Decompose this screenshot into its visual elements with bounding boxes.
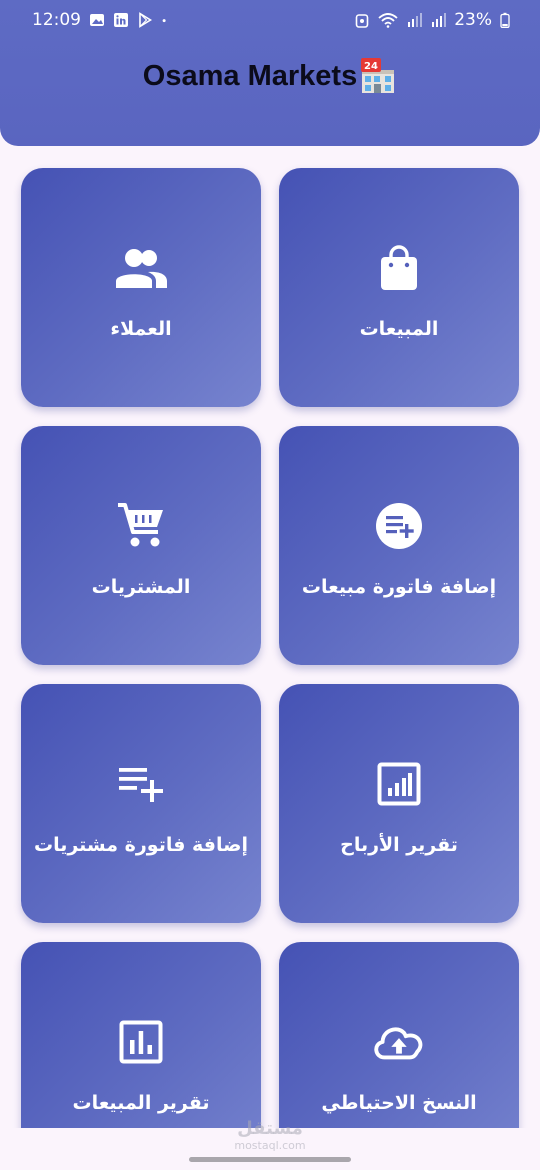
- tile-add-sales-invoice-label: إضافة فاتورة مبيعات: [301, 576, 497, 598]
- play-store-icon: [139, 12, 153, 28]
- battery-icon: [500, 12, 510, 28]
- dot-icon: [162, 19, 166, 23]
- playlist-add-icon: [113, 756, 169, 812]
- battery-percent: 23%: [454, 10, 492, 30]
- tile-add-purchase-invoice-label: إضافة فاتورة مشتريات: [34, 834, 249, 856]
- status-time: 12:09: [32, 10, 81, 30]
- report-chart-icon: [371, 756, 427, 812]
- tile-customers[interactable]: العملاء: [21, 168, 261, 407]
- tile-sales-report-label: تقرير المبيعات: [72, 1092, 210, 1114]
- status-bar: 12:09 23%: [0, 0, 540, 40]
- people-icon: [113, 240, 169, 296]
- tile-purchases[interactable]: المشتريات: [21, 426, 261, 665]
- add-list-circle-icon: [371, 498, 427, 554]
- tile-profit-report[interactable]: تقرير الأرباح: [279, 684, 519, 923]
- home-indicator[interactable]: [189, 1157, 351, 1162]
- page-title: Osama Markets 24: [0, 58, 540, 94]
- bar-chart-icon: [113, 1014, 169, 1070]
- watermark: مستقل mostaql.com: [230, 1118, 310, 1152]
- watermark-arabic: مستقل: [237, 1118, 303, 1139]
- tile-profit-report-label: تقرير الأرباح: [340, 834, 458, 856]
- tile-sales[interactable]: المبيعات: [279, 168, 519, 407]
- signal-icon: [408, 13, 423, 27]
- linkedin-icon: [114, 13, 128, 27]
- wifi-icon: [378, 13, 398, 28]
- tile-add-sales-invoice[interactable]: إضافة فاتورة مبيعات: [279, 426, 519, 665]
- signal-icon-2: [432, 13, 447, 27]
- store-24-badge: 24: [364, 61, 378, 72]
- store-24-icon: 24: [361, 58, 395, 93]
- app-title-text: Osama Markets: [142, 59, 358, 92]
- vpn-icon: [355, 14, 369, 28]
- cloud-upload-icon: [371, 1014, 427, 1070]
- status-bar-right: 23%: [354, 10, 510, 30]
- gallery-icon: [90, 14, 104, 26]
- tile-add-purchase-invoice[interactable]: إضافة فاتورة مشتريات: [21, 684, 261, 923]
- watermark-latin: mostaql.com: [234, 1139, 306, 1152]
- status-bar-left: 12:09: [32, 10, 171, 30]
- tile-customers-label: العملاء: [110, 318, 172, 340]
- tile-purchases-label: المشتريات: [91, 576, 191, 598]
- tile-backup-label: النسخ الاحتياطي: [321, 1092, 477, 1114]
- dashboard-grid: المبيعات العملاء إضافة فاتورة مبيعات الم…: [21, 168, 519, 1170]
- shopping-cart-icon: [113, 498, 169, 554]
- tile-sales-label: المبيعات: [359, 318, 439, 340]
- shopping-bag-icon: [371, 240, 427, 296]
